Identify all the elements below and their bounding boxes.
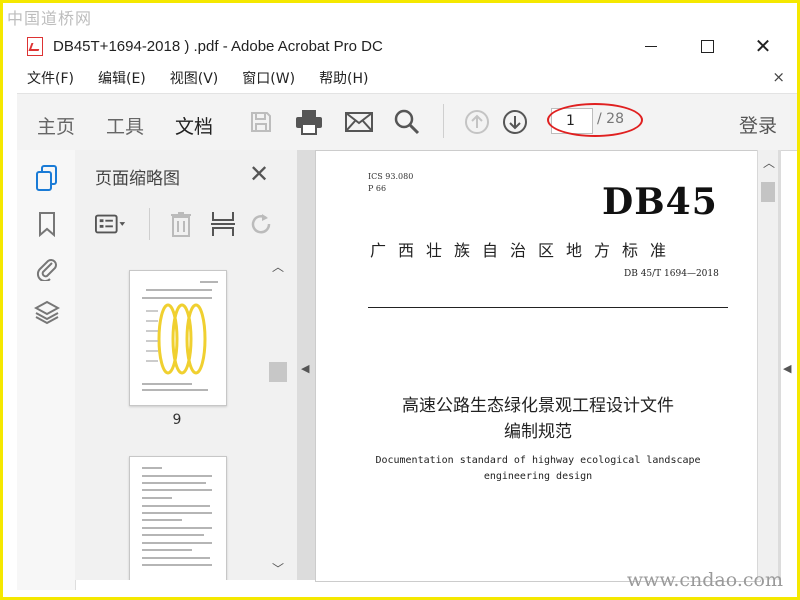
tab-home[interactable]: 主页 — [37, 112, 75, 139]
close-panel-button[interactable]: ✕ — [249, 160, 269, 188]
menu-file[interactable]: 文件(F) — [27, 68, 74, 88]
thumbnail-options-icon[interactable] — [95, 208, 127, 240]
thumb-text-line — [142, 389, 208, 391]
document-viewer: ◀ ICS 93.080 P 66 DB45 广西壮族自治区地方标准 DB 45… — [297, 150, 781, 582]
thumbnail-page-number: 9 — [172, 412, 182, 428]
menu-edit[interactable]: 编辑(E) — [98, 68, 146, 88]
menu-view[interactable]: 视图(V) — [170, 68, 219, 88]
standard-region: 广西壮族自治区地方标准 — [370, 241, 679, 260]
thumb-text-line — [142, 549, 192, 551]
minimize-icon — [645, 45, 657, 47]
page-thumbnails-icon[interactable] — [33, 164, 61, 192]
thumb-text-line — [142, 482, 206, 484]
highlight-annotation — [547, 103, 643, 137]
standard-code: DB45 — [602, 181, 718, 223]
collapse-right-panel-icon[interactable]: ◀ — [783, 362, 791, 375]
tab-document[interactable]: 文档 — [175, 112, 213, 139]
title-bar: DB45T+1694-2018 ) .pdf - Adobe Acrobat P… — [3, 31, 797, 61]
ics-number: ICS 93.080 — [368, 172, 414, 181]
tab-tools[interactable]: 工具 — [106, 112, 144, 139]
ics-code: ICS 93.080 P 66 — [368, 171, 413, 195]
window-controls: ✕ — [623, 31, 791, 61]
collapse-left-panel-icon[interactable]: ◀ — [301, 362, 309, 375]
print-icon[interactable] — [295, 108, 323, 136]
thumb-text-line — [142, 505, 210, 507]
panel-title: 页面缩略图 — [95, 169, 180, 189]
save-icon[interactable] — [247, 108, 275, 136]
attachment-icon[interactable] — [33, 254, 61, 282]
thumb-text-line — [142, 527, 212, 529]
thumbnail-panel: 页面缩略图 ✕ 9 ︿ ﹀ — [75, 150, 298, 580]
thumb-text-line — [142, 383, 192, 385]
next-page-icon[interactable] — [501, 108, 529, 136]
thumbnail-page-10[interactable] — [129, 456, 227, 580]
panel-divider — [149, 208, 150, 240]
rotate-page-icon[interactable] — [245, 208, 277, 240]
thumb-text-line — [142, 564, 212, 566]
toolbar: 主页 工具 文档 1 / 28 登录 — [17, 93, 797, 151]
thumb-highlight-drawing — [146, 303, 207, 375]
thumb-text-line — [200, 281, 218, 283]
thumb-text-line — [142, 519, 182, 521]
minimize-button[interactable] — [623, 31, 679, 61]
document-page: ICS 93.080 P 66 DB45 广西壮族自治区地方标准 DB 45/T… — [315, 150, 761, 582]
email-icon[interactable] — [345, 108, 373, 136]
watermark-bottom: www.cndao.com — [626, 569, 783, 591]
thumb-text-line — [142, 475, 212, 477]
maximize-icon — [700, 39, 714, 53]
watermark-top: 中国道桥网 — [7, 9, 93, 28]
close-window-button[interactable]: ✕ — [735, 31, 791, 61]
delete-page-icon[interactable] — [165, 208, 197, 240]
thumb-text-line — [142, 467, 162, 469]
thumbnail-page-9[interactable] — [129, 270, 227, 406]
search-icon[interactable] — [393, 108, 421, 136]
close-icon: ✕ — [754, 34, 772, 58]
left-rail — [17, 150, 76, 590]
extract-pages-icon[interactable] — [207, 208, 239, 240]
thumb-text-line — [142, 497, 172, 499]
login-button[interactable]: 登录 — [739, 111, 777, 138]
standard-number: DB 45/T 1694—2018 — [624, 269, 719, 279]
screenshot-frame: 中国道桥网 DB45T+1694-2018 ) .pdf - Adobe Acr… — [0, 0, 800, 600]
thumb-text-line — [142, 489, 212, 491]
menu-help[interactable]: 帮助(H) — [319, 68, 368, 88]
thumb-text-line — [142, 297, 212, 299]
menu-bar: 文件(F) 编辑(E) 视图(V) 窗口(W) 帮助(H) × — [3, 66, 797, 90]
document-english-title: Documentation standard of highway ecolog… — [375, 455, 701, 482]
document-title-line2: 编制规范 — [504, 422, 572, 442]
scrollbar-thumb[interactable] — [269, 362, 287, 382]
window-title: DB45T+1694-2018 ) .pdf - Adobe Acrobat P… — [53, 37, 383, 55]
bookmark-icon[interactable] — [33, 210, 61, 238]
thumb-text-line — [146, 289, 212, 291]
pdf-file-icon — [27, 36, 43, 56]
thumb-text-line — [142, 557, 210, 559]
p-number: P 66 — [368, 184, 387, 193]
doc-scrollbar-thumb[interactable] — [761, 182, 775, 202]
thumbnail-list: 9 — [75, 254, 297, 580]
thumbnail-scrollbar[interactable]: ︿ ﹀ — [269, 254, 287, 580]
close-document-button[interactable]: × — [772, 68, 785, 86]
maximize-button[interactable] — [679, 31, 735, 61]
panel-toolbar — [95, 208, 295, 242]
thumb-text-line — [142, 542, 212, 544]
toolbar-divider — [443, 104, 444, 138]
thumb-text-line — [142, 534, 204, 536]
thumb-text-line — [142, 512, 212, 514]
previous-page-icon[interactable] — [463, 108, 491, 136]
scroll-up-icon[interactable]: ︿ — [272, 258, 284, 275]
document-scrollbar[interactable]: ︿ — [757, 150, 778, 580]
menu-window[interactable]: 窗口(W) — [242, 68, 295, 88]
scroll-down-icon[interactable]: ﹀ — [272, 560, 284, 577]
document-title-line1: 高速公路生态绿化景观工程设计文件 — [402, 396, 674, 416]
header-rule — [368, 307, 728, 308]
layers-icon[interactable] — [33, 298, 61, 326]
doc-scroll-up-icon[interactable]: ︿ — [763, 154, 775, 171]
